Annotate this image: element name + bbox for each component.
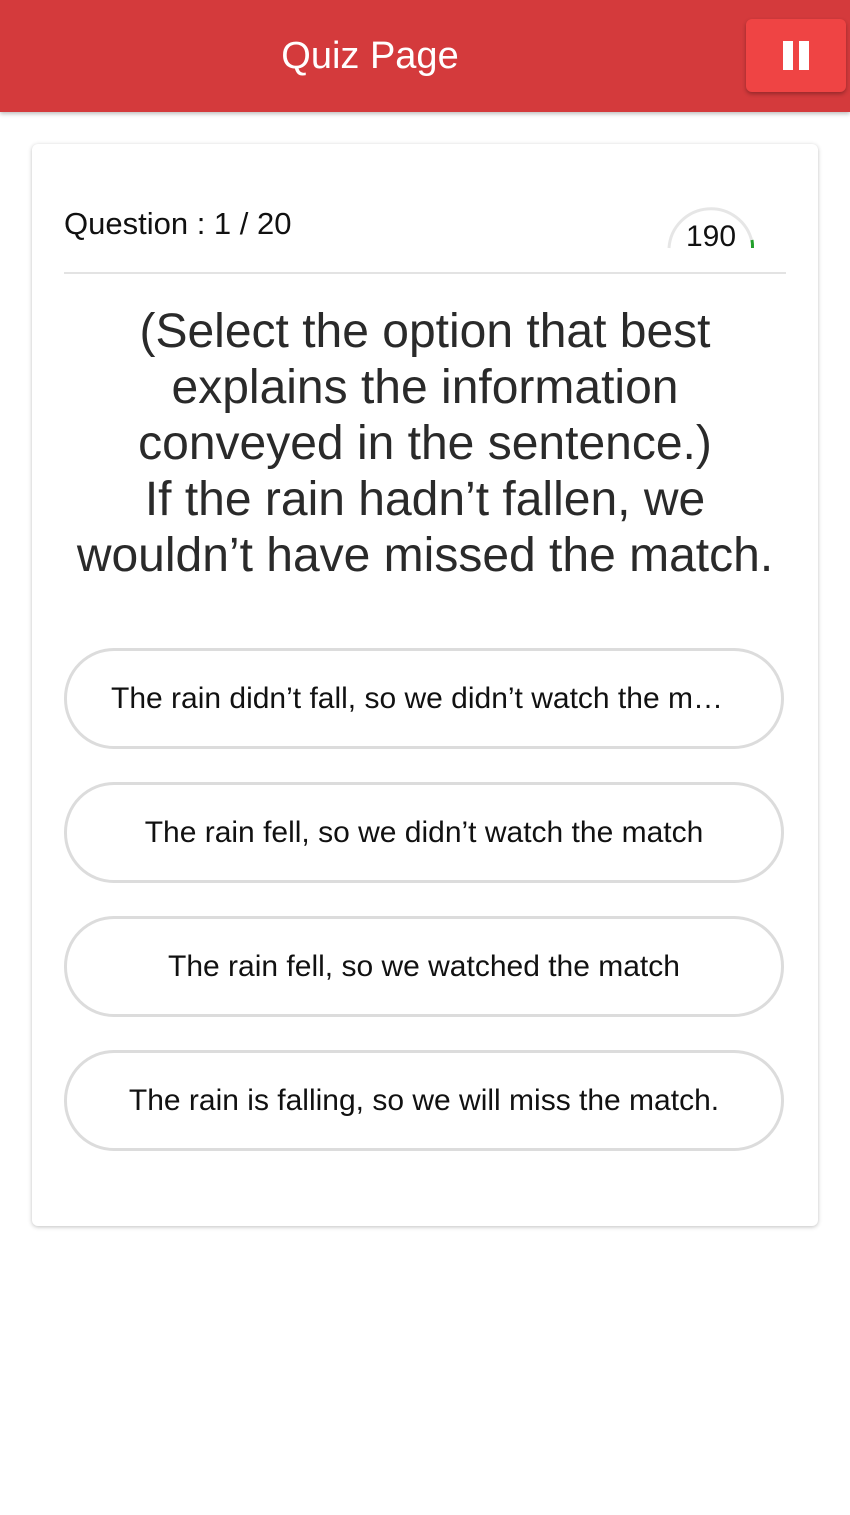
- page-title: Quiz Page: [281, 35, 459, 77]
- pause-icon: [783, 41, 793, 70]
- answer-option-label: The rain fell, so we watched the match: [168, 949, 680, 983]
- answer-option-2[interactable]: The rain fell, so we didn’t watch the ma…: [64, 782, 784, 883]
- answer-option-label: The rain is falling, so we will miss the…: [128, 1083, 720, 1117]
- top-app-bar: Quiz Page: [0, 0, 850, 112]
- question-text: (Select the option that best explains th…: [64, 304, 786, 584]
- timer-value: 190: [685, 220, 737, 253]
- question-sentence: If the rain hadn’t fallen, we wouldn’t h…: [76, 473, 774, 582]
- divider: [64, 272, 786, 274]
- pause-icon-bar: [799, 41, 809, 70]
- question-counter: Question : 1 / 20: [64, 206, 292, 241]
- countdown-timer: 190: [664, 200, 758, 260]
- answer-option-1[interactable]: The rain didn’t fall, so we didn’t watch…: [64, 648, 784, 749]
- answer-option-3[interactable]: The rain fell, so we watched the match: [64, 916, 784, 1017]
- answer-option-4[interactable]: The rain is falling, so we will miss the…: [64, 1050, 784, 1151]
- pause-button[interactable]: [746, 19, 846, 92]
- question-card: Question : 1 / 20 190 (Select the option…: [32, 144, 818, 1226]
- answer-option-label: The rain didn’t fall, so we didn’t watch…: [111, 681, 737, 715]
- answer-option-label: The rain fell, so we didn’t watch the ma…: [144, 815, 704, 849]
- question-instruction: (Select the option that best explains th…: [138, 305, 712, 470]
